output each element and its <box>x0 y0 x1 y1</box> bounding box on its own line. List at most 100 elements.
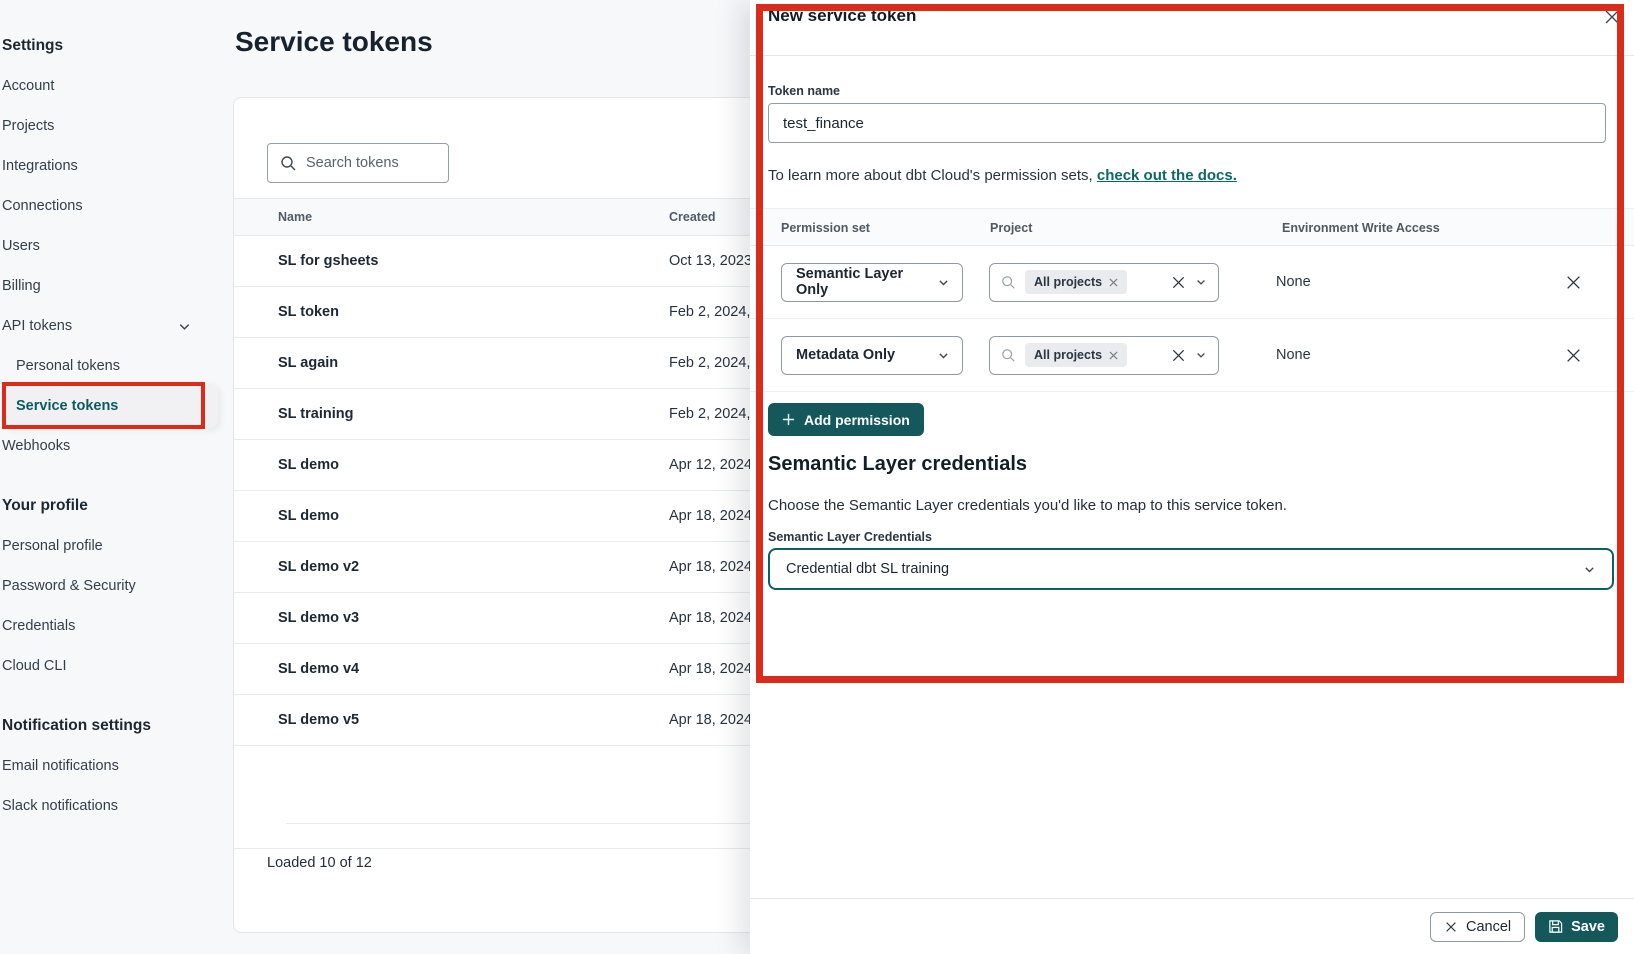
sidebar-item-service-tokens[interactable]: Service tokens <box>0 386 212 426</box>
search-icon <box>1001 275 1016 290</box>
sidebar-notifications-list: Email notifications Slack notifications <box>0 746 212 826</box>
cancel-button[interactable]: Cancel <box>1430 912 1525 942</box>
chevron-down-icon <box>177 319 192 334</box>
project-multiselect[interactable]: All projects <box>989 263 1219 302</box>
remove-permission-icon[interactable] <box>1565 274 1582 291</box>
token-created-cell: Apr 18, 2024, <box>669 610 756 626</box>
semantic-layer-credentials-label: Semantic Layer Credentials <box>768 530 932 544</box>
column-header-project: Project <box>990 221 1032 235</box>
sidebar-profile-list: Personal profile Password & Security Cre… <box>0 526 212 686</box>
plus-icon <box>782 413 795 426</box>
settings-sidebar: Settings Account Projects Integrations C… <box>0 0 212 954</box>
sidebar-item[interactable]: Email notifications <box>0 746 212 786</box>
sidebar-item[interactable]: Password & Security <box>0 566 212 606</box>
docs-text: To learn more about dbt Cloud's permissi… <box>768 167 1097 184</box>
save-button[interactable]: Save <box>1535 912 1618 942</box>
drawer-title: New service token <box>768 6 916 26</box>
sidebar-item-webhooks[interactable]: Webhooks <box>0 426 212 466</box>
column-header-permission-set: Permission set <box>781 221 870 235</box>
permission-set-value: Semantic Layer Only <box>796 266 937 298</box>
permission-set-select[interactable]: Metadata Only <box>781 336 963 375</box>
chevron-down-icon <box>937 349 950 362</box>
sidebar-item[interactable]: Billing <box>0 266 212 306</box>
token-name-input[interactable] <box>768 103 1606 143</box>
docs-link[interactable]: check out the docs. <box>1097 167 1237 184</box>
token-created-cell: Apr 18, 2024, <box>669 559 756 575</box>
close-icon <box>1444 920 1458 934</box>
project-chip[interactable]: All projects <box>1025 343 1127 367</box>
sidebar-section-gap <box>0 466 212 486</box>
sidebar-settings-list: Account Projects Integrations Connection… <box>0 66 212 306</box>
permissions-table-header: Permission set Project Environment Write… <box>750 208 1634 246</box>
token-created-cell: Apr 18, 2024, <box>669 508 756 524</box>
token-created-cell: Feb 2, 2024, 1 <box>669 304 763 320</box>
token-name-cell: SL demo v2 <box>234 559 669 575</box>
add-permission-button[interactable]: Add permission <box>768 403 924 436</box>
environment-write-access-value: None <box>1276 347 1311 363</box>
sidebar-heading-notification-settings: Notification settings <box>0 706 212 746</box>
add-permission-label: Add permission <box>804 412 910 428</box>
sidebar-item[interactable]: Users <box>0 226 212 266</box>
sidebar-item-personal-tokens[interactable]: Personal tokens <box>0 346 212 386</box>
new-service-token-drawer: New service token Token name To learn mo… <box>750 0 1634 954</box>
token-name-cell: SL token <box>234 304 669 320</box>
column-header-name: Name <box>234 210 669 224</box>
clear-selection-icon[interactable] <box>1171 348 1186 363</box>
environment-write-access-value: None <box>1276 274 1311 290</box>
permission-set-select[interactable]: Semantic Layer Only <box>781 263 963 302</box>
sidebar-item[interactable]: Personal profile <box>0 526 212 566</box>
chevron-down-icon[interactable] <box>1195 349 1207 361</box>
sidebar-item[interactable]: Credentials <box>0 606 212 646</box>
chevron-down-icon <box>937 276 950 289</box>
chip-remove-icon <box>1109 278 1118 287</box>
search-tokens-box[interactable] <box>267 143 449 183</box>
token-created-cell: Apr 18, 2024, <box>669 661 756 677</box>
sidebar-heading-your-profile: Your profile <box>0 486 212 526</box>
sidebar-item[interactable]: Projects <box>0 106 212 146</box>
semantic-layer-credentials-select[interactable]: Credential dbt SL training <box>768 548 1614 590</box>
semantic-layer-credentials-description: Choose the Semantic Layer credentials yo… <box>768 497 1287 514</box>
project-chip[interactable]: All projects <box>1025 270 1127 294</box>
token-name-cell: SL demo <box>234 457 669 473</box>
semantic-layer-credentials-value: Credential dbt SL training <box>786 561 949 577</box>
permission-row: Metadata Only All projects <box>750 319 1634 392</box>
chevron-down-icon <box>1583 563 1596 576</box>
token-created-cell: Oct 13, 2023, <box>669 253 756 269</box>
chip-remove-icon <box>1109 351 1118 360</box>
column-header-environment-write-access: Environment Write Access <box>1282 221 1440 235</box>
sidebar-item-service-tokens-wrap: Service tokens <box>0 386 212 426</box>
save-label: Save <box>1571 919 1605 935</box>
search-icon <box>1001 348 1016 363</box>
search-tokens-input[interactable] <box>306 155 436 171</box>
search-icon <box>280 155 297 172</box>
remove-permission-icon[interactable] <box>1565 347 1582 364</box>
token-name-cell: SL for gsheets <box>234 253 669 269</box>
sidebar-item[interactable]: Account <box>0 66 212 106</box>
token-created-cell: Apr 18, 2024, <box>669 712 756 728</box>
sidebar-heading-settings: Settings <box>0 26 212 66</box>
sidebar-item[interactable]: Connections <box>0 186 212 226</box>
sidebar-section-gap <box>0 686 212 706</box>
permission-row: Semantic Layer Only All projects <box>750 246 1634 319</box>
token-name-cell: SL demo v4 <box>234 661 669 677</box>
sidebar-item-label: API tokens <box>2 318 72 334</box>
sidebar-item[interactable]: Integrations <box>0 146 212 186</box>
token-created-cell: Feb 2, 2024, 2 <box>669 406 763 422</box>
project-multiselect[interactable]: All projects <box>989 336 1219 375</box>
save-icon <box>1548 919 1563 934</box>
sidebar-item[interactable]: Cloud CLI <box>0 646 212 686</box>
clear-selection-icon[interactable] <box>1171 275 1186 290</box>
token-name-cell: SL demo v3 <box>234 610 669 626</box>
column-header-created: Created <box>669 210 716 224</box>
close-icon[interactable] <box>1602 7 1622 27</box>
cancel-label: Cancel <box>1466 919 1511 935</box>
chevron-down-icon[interactable] <box>1195 276 1207 288</box>
load-status: Loaded 10 of 12 <box>267 855 372 871</box>
token-name-label: Token name <box>768 84 840 98</box>
token-name-cell: SL again <box>234 355 669 371</box>
sidebar-item-api-tokens[interactable]: API tokens <box>0 306 212 346</box>
project-chip-label: All projects <box>1034 348 1102 362</box>
sidebar-item[interactable]: Slack notifications <box>0 786 212 826</box>
token-name-cell: SL demo v5 <box>234 712 669 728</box>
token-name-cell: SL training <box>234 406 669 422</box>
